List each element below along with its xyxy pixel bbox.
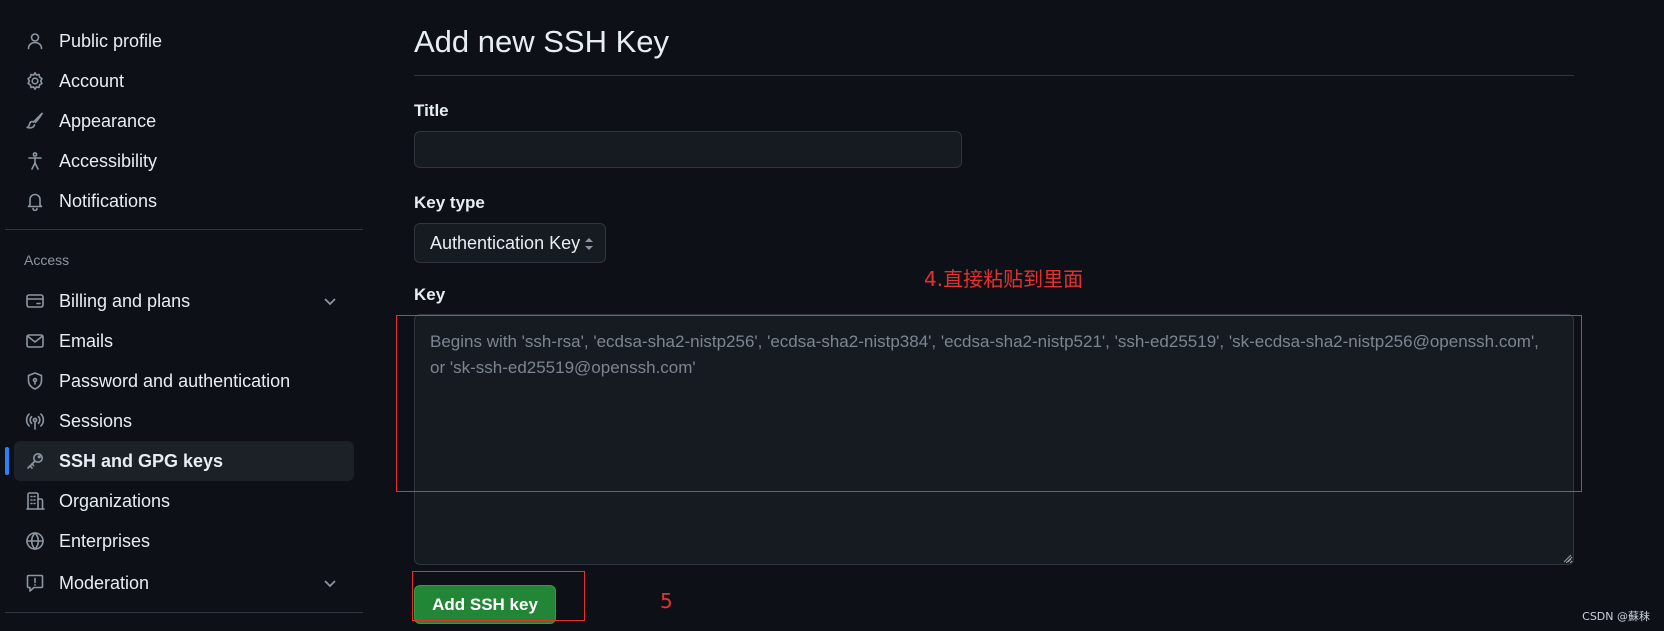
- sidebar-item-label: Moderation: [59, 572, 150, 593]
- chevron-down-icon: [320, 291, 340, 311]
- sidebar-item-ssh-gpg-keys[interactable]: SSH and GPG keys: [14, 441, 354, 481]
- sidebar-item-label: Accessibility: [59, 150, 158, 171]
- sidebar-item-label: Appearance: [59, 110, 157, 131]
- mail-icon: [23, 329, 47, 353]
- annotation-step4: 4.直接粘贴到里面: [924, 267, 1084, 291]
- bell-icon: [23, 189, 47, 213]
- title-input[interactable]: [414, 131, 962, 168]
- globe-icon: [23, 529, 47, 553]
- sidebar-item-label: Public profile: [59, 30, 163, 51]
- annotation-step5: 5: [660, 589, 673, 613]
- sidebar-item-label: Sessions: [59, 410, 133, 431]
- resize-handle-icon[interactable]: [1562, 553, 1572, 563]
- watermark: CSDN @蘇秣: [1582, 610, 1650, 623]
- paintbrush-icon: [23, 109, 47, 133]
- broadcast-icon: [23, 409, 47, 433]
- sidebar-item-organizations[interactable]: Organizations: [14, 481, 354, 521]
- sidebar-item-label: Emails: [59, 330, 114, 351]
- annotation-box-key: [396, 315, 1582, 492]
- person-icon: [23, 29, 47, 53]
- key-type-label: Key type: [414, 193, 485, 212]
- sidebar-item-label: Billing and plans: [59, 290, 191, 311]
- annotation-box-button: [412, 571, 585, 621]
- sidebar-item-billing[interactable]: Billing and plans: [14, 281, 354, 321]
- active-indicator: [5, 447, 9, 475]
- accessibility-icon: [23, 149, 47, 173]
- key-type-selected-value: Authentication Key: [430, 232, 581, 253]
- sidebar-item-sessions[interactable]: Sessions: [14, 401, 354, 441]
- sidebar-item-account[interactable]: Account: [14, 61, 354, 101]
- sidebar-item-label: Password and authentication: [59, 370, 291, 391]
- sidebar-divider: [5, 612, 363, 613]
- sidebar-item-public-profile[interactable]: Public profile: [14, 21, 354, 61]
- organization-icon: [23, 489, 47, 513]
- sidebar-item-moderation[interactable]: Moderation: [14, 563, 354, 603]
- sidebar-item-label: Enterprises: [59, 530, 151, 551]
- key-label: Key: [414, 285, 446, 304]
- chevron-down-icon: [320, 573, 340, 593]
- credit-card-icon: [23, 289, 47, 313]
- sidebar-item-enterprises[interactable]: Enterprises: [14, 521, 354, 561]
- gear-icon: [23, 69, 47, 93]
- settings-sidebar: Public profile Account Appearance Access…: [0, 0, 370, 631]
- key-type-select[interactable]: Authentication Key: [414, 223, 606, 263]
- sidebar-item-label: Organizations: [59, 490, 171, 511]
- key-icon: [23, 449, 47, 473]
- title-divider: [414, 75, 1574, 76]
- report-icon: [23, 571, 47, 595]
- shield-lock-icon: [23, 369, 47, 393]
- title-label: Title: [414, 101, 449, 120]
- page-title: Add new SSH Key: [414, 24, 670, 59]
- sidebar-item-emails[interactable]: Emails: [14, 321, 354, 361]
- sidebar-divider: [5, 229, 363, 230]
- sidebar-item-label: SSH and GPG keys: [59, 450, 224, 471]
- sidebar-item-label: Account: [59, 70, 125, 91]
- sidebar-item-label: Notifications: [59, 190, 158, 211]
- sidebar-item-notifications[interactable]: Notifications: [14, 181, 354, 221]
- select-updown-icon: [585, 238, 593, 250]
- sidebar-item-accessibility[interactable]: Accessibility: [14, 141, 354, 181]
- sidebar-item-password-authentication[interactable]: Password and authentication: [14, 361, 354, 401]
- sidebar-item-appearance[interactable]: Appearance: [14, 101, 354, 141]
- sidebar-section-heading: Access: [24, 252, 70, 268]
